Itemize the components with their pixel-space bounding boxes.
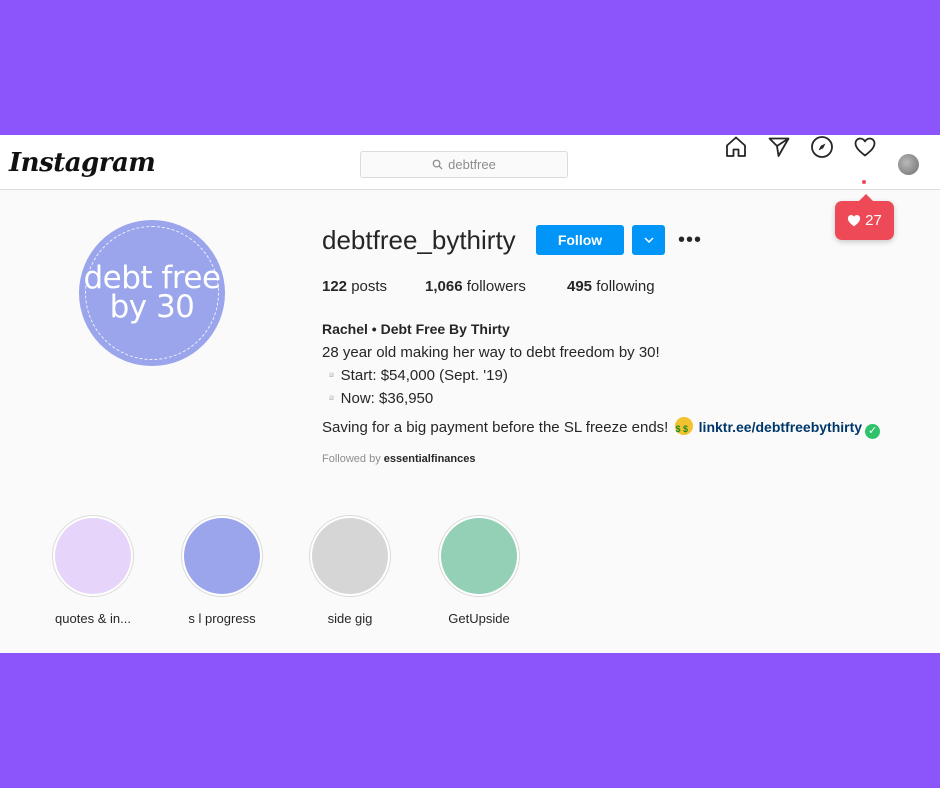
bio-line-3: ▫️Now: $36,950 xyxy=(322,390,434,407)
following-label: following xyxy=(596,278,655,295)
story-highlight[interactable]: s l progress xyxy=(167,515,277,626)
activity-notification-badge[interactable]: 27 xyxy=(835,194,894,240)
more-options-button[interactable]: ••• xyxy=(678,229,702,251)
story-highlight[interactable]: side gig xyxy=(295,515,405,626)
bio-line-2: ▫️Start: $54,000 (Sept. '19) xyxy=(322,367,508,384)
profile-avatar[interactable] xyxy=(898,154,919,175)
bio-line-1: 28 year old making her way to debt freed… xyxy=(322,344,660,361)
home-icon[interactable] xyxy=(724,135,748,159)
heart-icon xyxy=(848,214,861,227)
follow-button[interactable]: Follow xyxy=(536,225,624,255)
search-value: debtfree xyxy=(448,157,496,172)
followers-label: followers xyxy=(466,278,526,295)
followed-by-prefix: Followed by xyxy=(322,453,381,465)
instagram-logo[interactable]: Instagram xyxy=(9,148,156,178)
search-icon xyxy=(432,159,443,170)
highlight-label: GetUpside xyxy=(448,611,510,626)
followers-stat[interactable]: 1,066 followers xyxy=(425,278,526,295)
highlight-label: quotes & in... xyxy=(55,611,131,626)
highlight-ring xyxy=(181,515,263,597)
activity-indicator-dot xyxy=(862,180,866,184)
bio-display-name: Rachel • Debt Free By Thirty xyxy=(322,321,510,337)
suggested-accounts-dropdown-button[interactable] xyxy=(632,225,665,255)
followed-by-text[interactable]: Followed by essentialfinances xyxy=(322,453,475,465)
highlight-label: side gig xyxy=(327,611,373,626)
posts-label: posts xyxy=(351,278,388,295)
notification-count: 27 xyxy=(865,212,882,229)
activity-heart-icon[interactable] xyxy=(853,135,877,159)
profile-picture-dashed-ring xyxy=(85,226,219,360)
money-face-emoji-icon xyxy=(674,417,693,441)
following-count: 495 xyxy=(567,278,593,295)
bio-line-4: Saving for a big payment before the SL f… xyxy=(322,419,669,436)
story-highlight[interactable]: GetUpside xyxy=(424,515,534,626)
highlight-ring xyxy=(52,515,134,597)
posts-count: 122 xyxy=(322,278,348,295)
profile-bio: Rachel • Debt Free By Thirty 28 year old… xyxy=(322,318,881,441)
chevron-down-icon xyxy=(643,237,654,243)
followers-count: 1,066 xyxy=(425,278,463,295)
highlight-cover xyxy=(441,518,517,594)
following-stat[interactable]: 495 following xyxy=(567,278,655,295)
highlight-cover xyxy=(55,518,131,594)
followed-by-user: essentialfinances xyxy=(383,453,476,465)
profile-picture[interactable]: debt free by 30 xyxy=(79,220,225,366)
highlight-label: s l progress xyxy=(188,611,256,626)
instagram-window: Instagram debtfree 27 debt free by 30 de… xyxy=(0,135,940,653)
highlight-ring xyxy=(438,515,520,597)
bio-line-4-row: Saving for a big payment before the SL f… xyxy=(322,416,881,441)
bio-link[interactable]: linktr.ee/debtfreebythirty xyxy=(699,419,862,435)
top-navigation-bar: Instagram debtfree xyxy=(0,135,940,190)
profile-username: debtfree_bythirty xyxy=(322,225,516,255)
direct-send-icon[interactable] xyxy=(767,135,791,159)
verified-check-icon: ✓ xyxy=(865,424,881,439)
story-highlight[interactable]: quotes & in... xyxy=(38,515,148,626)
posts-stat: 122 posts xyxy=(322,278,387,295)
highlight-cover xyxy=(312,518,388,594)
search-input[interactable]: debtfree xyxy=(360,151,568,178)
highlight-ring xyxy=(309,515,391,597)
highlight-cover xyxy=(184,518,260,594)
explore-compass-icon[interactable] xyxy=(810,135,834,159)
